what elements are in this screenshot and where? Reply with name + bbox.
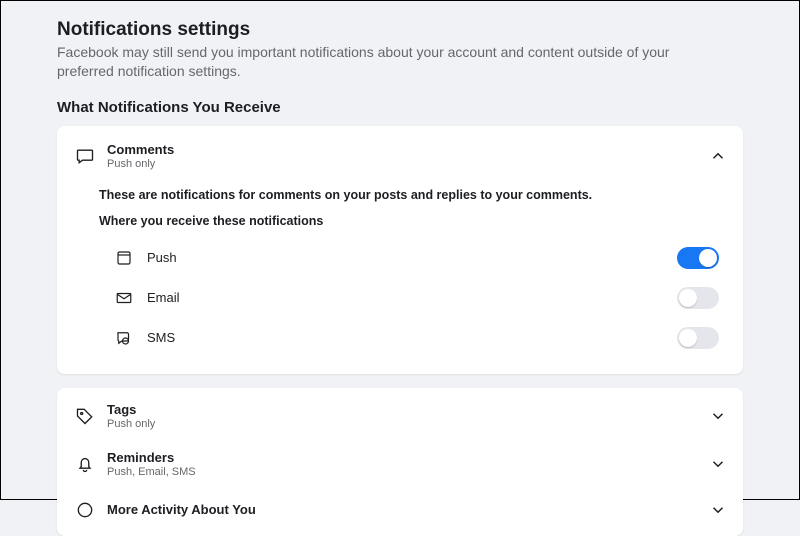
tags-subtitle: Push only	[107, 418, 709, 430]
sms-icon	[113, 326, 135, 350]
sms-label: SMS	[147, 330, 677, 345]
section-heading: What Notifications You Receive	[57, 99, 743, 116]
chevron-down-icon	[709, 407, 727, 425]
chevron-up-icon	[709, 147, 727, 165]
reminders-row[interactable]: Reminders Push, Email, SMS	[73, 440, 727, 488]
page-title: Notifications settings	[57, 19, 743, 41]
push-label: Push	[147, 250, 677, 265]
sms-channel-row: SMS	[99, 318, 723, 358]
email-icon	[113, 286, 135, 310]
comments-description: These are notifications for comments on …	[99, 188, 723, 202]
push-channel-row: Push	[99, 238, 723, 278]
comments-header-row[interactable]: Comments Push only	[73, 136, 727, 176]
comments-subtitle: Push only	[107, 158, 709, 170]
email-channel-row: Email	[99, 278, 723, 318]
tag-icon	[73, 404, 97, 428]
more-activity-title: More Activity About You	[107, 502, 709, 517]
more-activity-row[interactable]: More Activity About You	[73, 488, 727, 532]
sms-toggle[interactable]	[677, 327, 719, 349]
comments-expanded-body: These are notifications for comments on …	[73, 176, 727, 364]
comments-card: Comments Push only These are notificatio…	[57, 126, 743, 374]
page-description: Facebook may still send you important no…	[57, 43, 697, 81]
push-toggle[interactable]	[677, 247, 719, 269]
comment-icon	[73, 144, 97, 168]
tags-title: Tags	[107, 402, 709, 417]
email-label: Email	[147, 290, 677, 305]
reminders-subtitle: Push, Email, SMS	[107, 466, 709, 478]
tags-row[interactable]: Tags Push only	[73, 392, 727, 440]
email-toggle[interactable]	[677, 287, 719, 309]
chevron-down-icon	[709, 455, 727, 473]
activity-icon	[73, 498, 97, 522]
push-icon	[113, 246, 135, 270]
comments-title: Comments	[107, 142, 709, 157]
other-notifications-card: Tags Push only Reminders Push, Email, SM…	[57, 388, 743, 536]
chevron-down-icon	[709, 501, 727, 519]
bell-icon	[73, 452, 97, 476]
reminders-title: Reminders	[107, 450, 709, 465]
where-receive-label: Where you receive these notifications	[99, 214, 723, 228]
